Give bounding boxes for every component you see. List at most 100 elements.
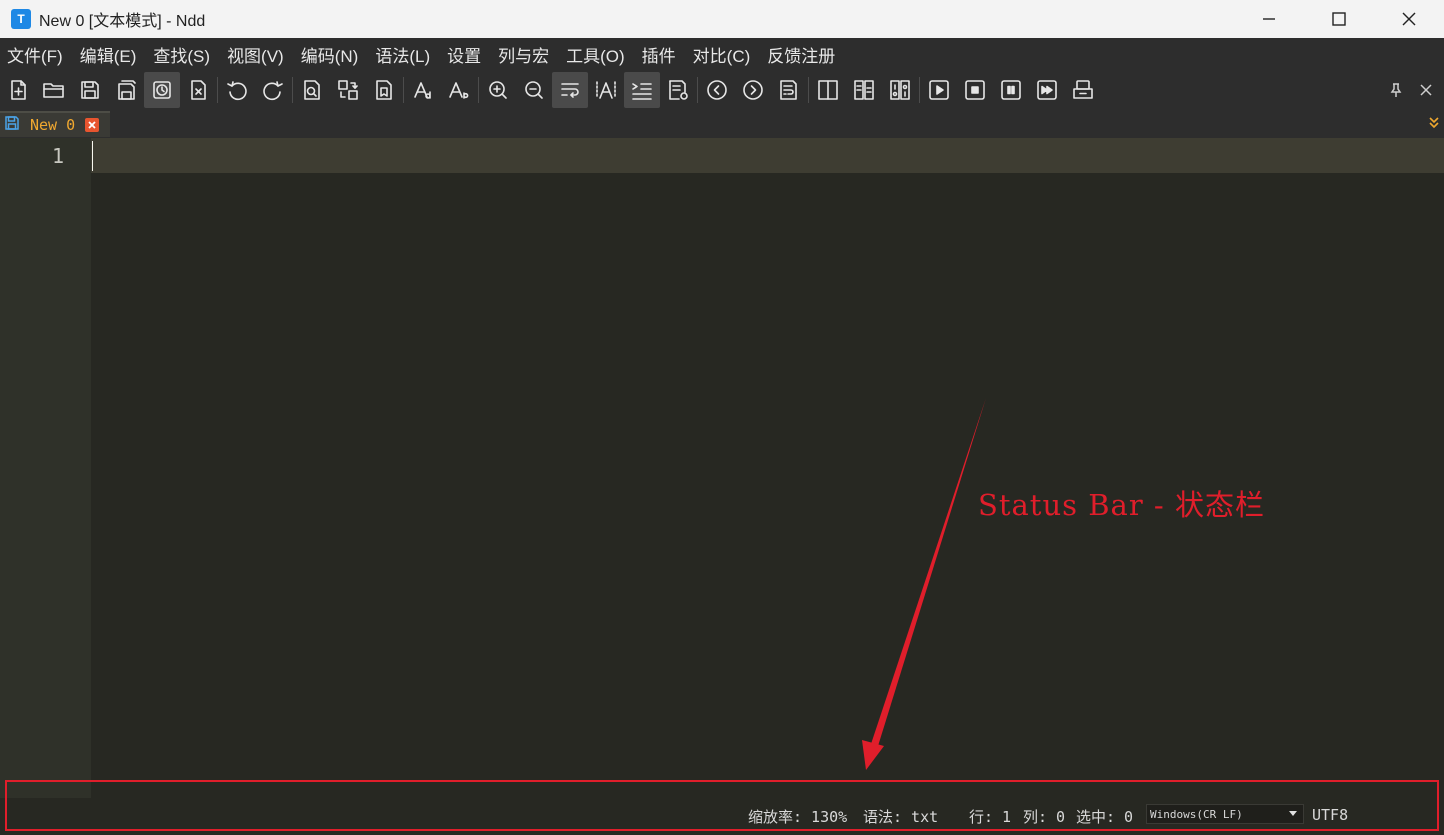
- redo-button[interactable]: [255, 72, 291, 108]
- pause-macro-button[interactable]: [993, 72, 1029, 108]
- play-macro-icon: [929, 80, 949, 100]
- play-macro-button[interactable]: [921, 72, 957, 108]
- menu-column-macro[interactable]: 列与宏: [494, 42, 553, 67]
- find-button[interactable]: [294, 72, 330, 108]
- previous-button[interactable]: [699, 72, 735, 108]
- menu-encoding[interactable]: 编码(N): [297, 42, 363, 67]
- menu-bar: 文件(F) 编辑(E) 查找(S) 视图(V) 编码(N) 语法(L) 设置 列…: [0, 38, 1444, 70]
- font-smaller-button[interactable]: [441, 72, 477, 108]
- find-icon: [304, 80, 320, 100]
- indent-guide-icon: [632, 83, 652, 100]
- tab-close-button[interactable]: [85, 118, 100, 132]
- app-window: T New 0 [文本模式] - Ndd 文件(F) 编辑(E) 查找(S) 视…: [0, 0, 1444, 835]
- toolbar-separator: [919, 77, 920, 103]
- toolbar-separator: [403, 77, 404, 103]
- doc-preview-icon: [669, 80, 688, 100]
- double-chevron-down-icon: [1429, 117, 1439, 129]
- close-icon: [1402, 12, 1416, 26]
- toolbar-separator: [217, 77, 218, 103]
- font-smaller-icon: [449, 82, 469, 99]
- save-all-icon: [118, 80, 136, 100]
- compare-button[interactable]: [846, 72, 882, 108]
- line-number: 1: [51, 144, 64, 168]
- maximize-icon: [1332, 12, 1346, 26]
- replace-button[interactable]: [330, 72, 366, 108]
- tab-new-0[interactable]: New 0: [0, 111, 110, 137]
- open-folder-icon: [43, 83, 64, 98]
- line-number-gutter: 1: [0, 138, 91, 798]
- wrap-lines-button[interactable]: [771, 72, 807, 108]
- fast-forward-macro-icon: [1037, 80, 1057, 100]
- minimize-button[interactable]: [1234, 0, 1304, 38]
- open-folder-button[interactable]: [36, 72, 72, 108]
- zoom-out-icon: [525, 81, 543, 99]
- tab-overflow-button[interactable]: [1426, 113, 1442, 133]
- menu-view[interactable]: 视图(V): [223, 42, 288, 67]
- font-larger-button[interactable]: [405, 72, 441, 108]
- new-file-button[interactable]: [0, 72, 36, 108]
- prev-icon: [707, 80, 727, 100]
- close-file-icon: [191, 80, 206, 100]
- font-larger-icon: [414, 82, 431, 99]
- menu-search[interactable]: 查找(S): [149, 42, 214, 67]
- history-icon: [153, 81, 171, 99]
- word-wrap-button[interactable]: [552, 72, 588, 108]
- pin-icon: [1390, 83, 1402, 97]
- current-line-highlight: [91, 138, 1444, 173]
- pin-toolbar-button[interactable]: [1384, 78, 1408, 102]
- save-button[interactable]: [72, 72, 108, 108]
- stop-macro-button[interactable]: [957, 72, 993, 108]
- title-bar: T New 0 [文本模式] - Ndd: [0, 0, 1444, 38]
- save-all-button[interactable]: [108, 72, 144, 108]
- menu-compare[interactable]: 对比(C): [689, 42, 755, 67]
- fast-forward-macro-button[interactable]: [1029, 72, 1065, 108]
- redo-icon: [263, 81, 283, 101]
- minimize-icon: [1263, 18, 1275, 20]
- word-wrap-icon: [561, 83, 579, 98]
- show-symbols-icon: [596, 81, 616, 99]
- bookmark-icon: [376, 80, 392, 100]
- replace-icon: [338, 80, 358, 100]
- toolbar: [0, 70, 1444, 110]
- bookmark-button[interactable]: [366, 72, 402, 108]
- toolbar-separator: [292, 77, 293, 103]
- next-button[interactable]: [735, 72, 771, 108]
- close-panel-button[interactable]: [1414, 78, 1438, 102]
- zoom-out-button[interactable]: [516, 72, 552, 108]
- pause-macro-icon: [1001, 80, 1021, 100]
- indent-guide-button[interactable]: [624, 72, 660, 108]
- zoom-in-icon: [489, 81, 507, 99]
- zoom-in-button[interactable]: [480, 72, 516, 108]
- window-controls: [1234, 0, 1444, 38]
- history-button[interactable]: [144, 72, 180, 108]
- close-window-button[interactable]: [1374, 0, 1444, 38]
- app-logo-icon: T: [11, 9, 31, 29]
- tab-label: New 0: [30, 116, 76, 134]
- window-title: New 0 [文本模式] - Ndd: [39, 13, 206, 30]
- menu-plugins[interactable]: 插件: [638, 42, 680, 67]
- menu-tools[interactable]: 工具(O): [562, 42, 629, 67]
- menu-file[interactable]: 文件(F): [3, 42, 67, 67]
- stop-macro-icon: [965, 80, 985, 100]
- annotation-highlight-box: [5, 780, 1439, 831]
- undo-button[interactable]: [219, 72, 255, 108]
- wrap-lines-icon: [780, 80, 797, 100]
- menu-language[interactable]: 语法(L): [371, 42, 434, 67]
- binary-compare-button[interactable]: [882, 72, 918, 108]
- close-file-button[interactable]: [180, 72, 216, 108]
- menu-feedback-register[interactable]: 反馈注册: [763, 42, 839, 67]
- save-macro-button[interactable]: [1065, 72, 1101, 108]
- close-icon: [1420, 84, 1432, 96]
- show-symbols-button[interactable]: [588, 72, 624, 108]
- toolbar-separator: [697, 77, 698, 103]
- editor-area[interactable]: 1: [0, 138, 1444, 798]
- save-icon: [81, 81, 99, 99]
- doc-preview-button[interactable]: [660, 72, 696, 108]
- menu-edit[interactable]: 编辑(E): [76, 42, 141, 67]
- maximize-button[interactable]: [1304, 0, 1374, 38]
- menu-settings[interactable]: 设置: [443, 42, 485, 67]
- compare-icon: [854, 80, 874, 100]
- split-view-button[interactable]: [810, 72, 846, 108]
- undo-icon: [227, 81, 247, 101]
- next-icon: [743, 80, 763, 100]
